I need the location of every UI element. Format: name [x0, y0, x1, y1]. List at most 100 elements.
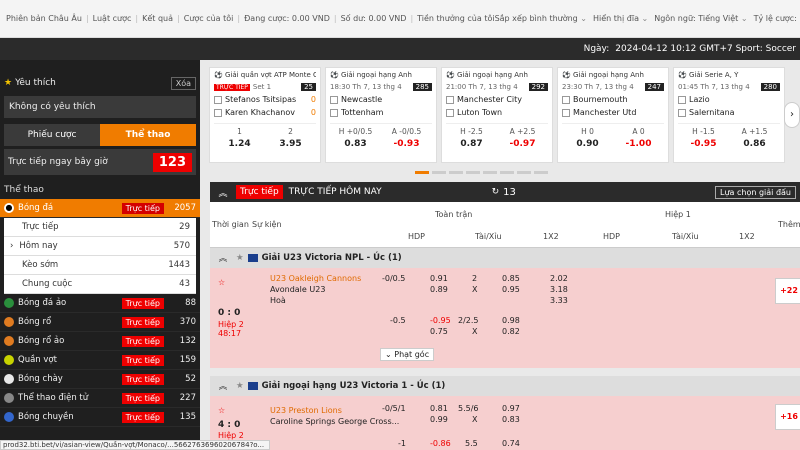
sidebar-item-sport[interactable]: Bóng chày Trực tiếp 52 [0, 370, 200, 389]
star-icon[interactable]: ★ [236, 381, 244, 391]
sport-name: Quần vợt [18, 355, 57, 365]
refresh-icon[interactable]: ↻ [492, 187, 500, 197]
odds-cell[interactable]: H -1.5 -0.95 [678, 127, 729, 149]
sidebar-item-sport[interactable]: Bóng đá ảo Trực tiếp 88 [0, 294, 200, 313]
live-tag[interactable]: Trực tiếp [121, 392, 164, 404]
ou-odd[interactable]: 0.85 [502, 274, 520, 283]
sidebar-subitem[interactable]: Chung cuộc 43 [4, 275, 196, 294]
collapse-arrow-icon[interactable]: ︽ [210, 252, 236, 264]
match-score: 4 : 0 [218, 420, 241, 430]
featured-match-card[interactable]: ⚽ Giải ngoại hạng Anh 18:30 Th 7, 13 thg … [325, 67, 437, 163]
ou-odd[interactable]: 0.97 [502, 404, 520, 413]
odds-cell[interactable]: 1 1.24 [214, 127, 265, 149]
carousel-dot[interactable] [449, 171, 463, 174]
sidebar-item-sport[interactable]: Thể thao điện tử Trực tiếp 227 [0, 389, 200, 408]
match-row: ☆ 0 : 0 Hiệp 2 48:17 U23 Oakleigh Cannon… [210, 268, 800, 368]
display-dropdown[interactable]: Hiển thị đĩa [593, 14, 648, 23]
odd-1x2[interactable]: 2.02 [550, 274, 568, 283]
sport-name: Bóng đá [18, 203, 54, 213]
corner-kicks-toggle[interactable]: ⌄ Phạt góc [380, 348, 435, 361]
language-dropdown[interactable]: Ngôn ngữ: Tiếng Việt [654, 14, 747, 23]
hdp-odd[interactable]: 0.99 [430, 415, 448, 424]
carousel-dot[interactable] [517, 171, 531, 174]
favorite-star-icon[interactable]: ☆ [218, 278, 225, 287]
odds-cell[interactable]: H 0 0.90 [562, 127, 613, 149]
market-count-badge[interactable]: 25 [301, 83, 316, 91]
more-markets-button[interactable]: +16 [775, 404, 800, 430]
league-header[interactable]: ︽ ★ Giải ngoại hạng U23 Victoria 1 - Úc … [210, 376, 800, 396]
sidebar-subitem[interactable]: Kèo sớm 1443 [4, 256, 196, 275]
live-tag[interactable]: Trực tiếp [121, 411, 164, 423]
top-link[interactable]: Cược của tôi [184, 14, 234, 23]
sidebar-subitem[interactable]: Trực tiếp 29 [4, 218, 196, 237]
market-count-badge[interactable]: 285 [412, 83, 432, 91]
hdp-odd[interactable]: -0.95 [430, 316, 451, 325]
carousel-dot[interactable] [500, 171, 514, 174]
sidebar-item-football[interactable]: ● Bóng đá Trực tiếp 2057 [0, 199, 200, 218]
top-link[interactable]: Đang cược: 0.00 VND [244, 14, 330, 23]
top-link[interactable]: Tiền thưởng của tôi [417, 14, 494, 23]
odds-type-dropdown[interactable]: Tỷ lệ cược: Kiểu Malaysia [754, 14, 800, 23]
collapse-arrow-icon[interactable]: ︽ [210, 380, 236, 392]
league-header[interactable]: ︽ ★ Giải U23 Victoria NPL - Úc (1) [210, 248, 800, 268]
odds-cell[interactable]: H +0/0.5 0.83 [330, 127, 381, 149]
hdp-odd[interactable]: -0.86 [430, 439, 451, 448]
ou-odd[interactable]: 0.83 [502, 415, 520, 424]
odds-cell[interactable]: A 0 -1.00 [613, 127, 664, 149]
odds-cell[interactable]: A -0/0.5 -0.93 [381, 127, 432, 149]
star-icon[interactable]: ★ [236, 253, 244, 263]
carousel-dot[interactable] [534, 171, 548, 174]
featured-match-card[interactable]: ⚽ Giải ngoại hạng Anh 21:00 Th 7, 13 thg … [441, 67, 553, 163]
hdp-odd[interactable]: 0.91 [430, 274, 448, 283]
sidebar-item-sport[interactable]: Quần vợt Trực tiếp 159 [0, 351, 200, 370]
top-link[interactable]: Phiên bản Châu Âu [6, 14, 82, 23]
live-tag[interactable]: Trực tiếp [121, 354, 164, 366]
sidebar-item-sport[interactable]: Bóng chuyền Trực tiếp 135 [0, 408, 200, 427]
ou-odd[interactable]: 0.95 [502, 285, 520, 294]
carousel-next-arrow-icon[interactable]: › [784, 102, 800, 128]
market-count-badge[interactable]: 292 [528, 83, 548, 91]
live-tag[interactable]: Trực tiếp [121, 373, 164, 385]
odds-cell[interactable]: 2 3.95 [265, 127, 316, 149]
collapse-arrow-icon[interactable]: ︽ [210, 186, 236, 199]
tab-sports[interactable]: Thể thao [100, 124, 196, 146]
live-tag[interactable]: Trực tiếp [121, 316, 164, 328]
top-link[interactable]: Luật cược [93, 14, 132, 23]
odds-cell[interactable]: H -2.5 0.87 [446, 127, 497, 149]
carousel-dot[interactable] [432, 171, 446, 174]
carousel-dot[interactable] [483, 171, 497, 174]
odd-1x2[interactable]: 3.33 [550, 296, 568, 305]
ou-odd[interactable]: 0.98 [502, 316, 520, 325]
hdp-odd[interactable]: 0.89 [430, 285, 448, 294]
featured-match-card[interactable]: ⚽ Giải Serie A, Ý 01:45 Th 7, 13 thg 4 280… [673, 67, 785, 163]
odds-cell[interactable]: A +2.5 -0.97 [497, 127, 548, 149]
top-link[interactable]: Số dư: 0.00 VND [341, 14, 407, 23]
odd-1x2[interactable]: 3.18 [550, 285, 568, 294]
sort-dropdown[interactable]: Sắp xếp bình thường [495, 14, 587, 23]
featured-match-card[interactable]: ⚽ Giải ngoại hạng Anh 23:30 Th 7, 13 thg … [557, 67, 669, 163]
hdp-odd[interactable]: 0.81 [430, 404, 448, 413]
ou-odd[interactable]: 0.74 [502, 439, 520, 448]
top-link[interactable]: Kết quả [142, 14, 173, 23]
live-tag[interactable]: Trực tiếp [121, 335, 164, 347]
odds-cell[interactable]: A +1.5 0.86 [729, 127, 780, 149]
sidebar-item-sport[interactable]: Bóng rổ ảo Trực tiếp 132 [0, 332, 200, 351]
live-now-button[interactable]: Trực tiếp ngay bây giờ 123 [4, 149, 196, 175]
hdp-odd[interactable]: 0.75 [430, 327, 448, 336]
col-hdp: HDP [408, 232, 425, 241]
choose-league-button[interactable]: Lựa chọn giải đấu [715, 185, 796, 199]
live-tag[interactable]: Trực tiếp [121, 297, 164, 309]
market-count-badge[interactable]: 280 [760, 83, 780, 91]
favorite-star-icon[interactable]: ☆ [218, 406, 225, 415]
carousel-dot[interactable] [466, 171, 480, 174]
featured-match-card[interactable]: ⚽ Giải quần vợt ATP Monte Carlo TRỰC TIẾP… [209, 67, 321, 163]
sidebar-subitem[interactable]: › Hôm nay 570 [4, 237, 196, 256]
clear-favorites-button[interactable]: Xóa [170, 76, 196, 90]
tab-bet-slip[interactable]: Phiếu cược [4, 124, 100, 146]
live-tag[interactable]: Trực tiếp [121, 202, 164, 214]
more-markets-button[interactable]: +22 [775, 278, 800, 304]
carousel-dot[interactable] [415, 171, 429, 174]
sidebar-item-sport[interactable]: Bóng rổ Trực tiếp 370 [0, 313, 200, 332]
ou-odd[interactable]: 0.82 [502, 327, 520, 336]
market-count-badge[interactable]: 247 [644, 83, 664, 91]
